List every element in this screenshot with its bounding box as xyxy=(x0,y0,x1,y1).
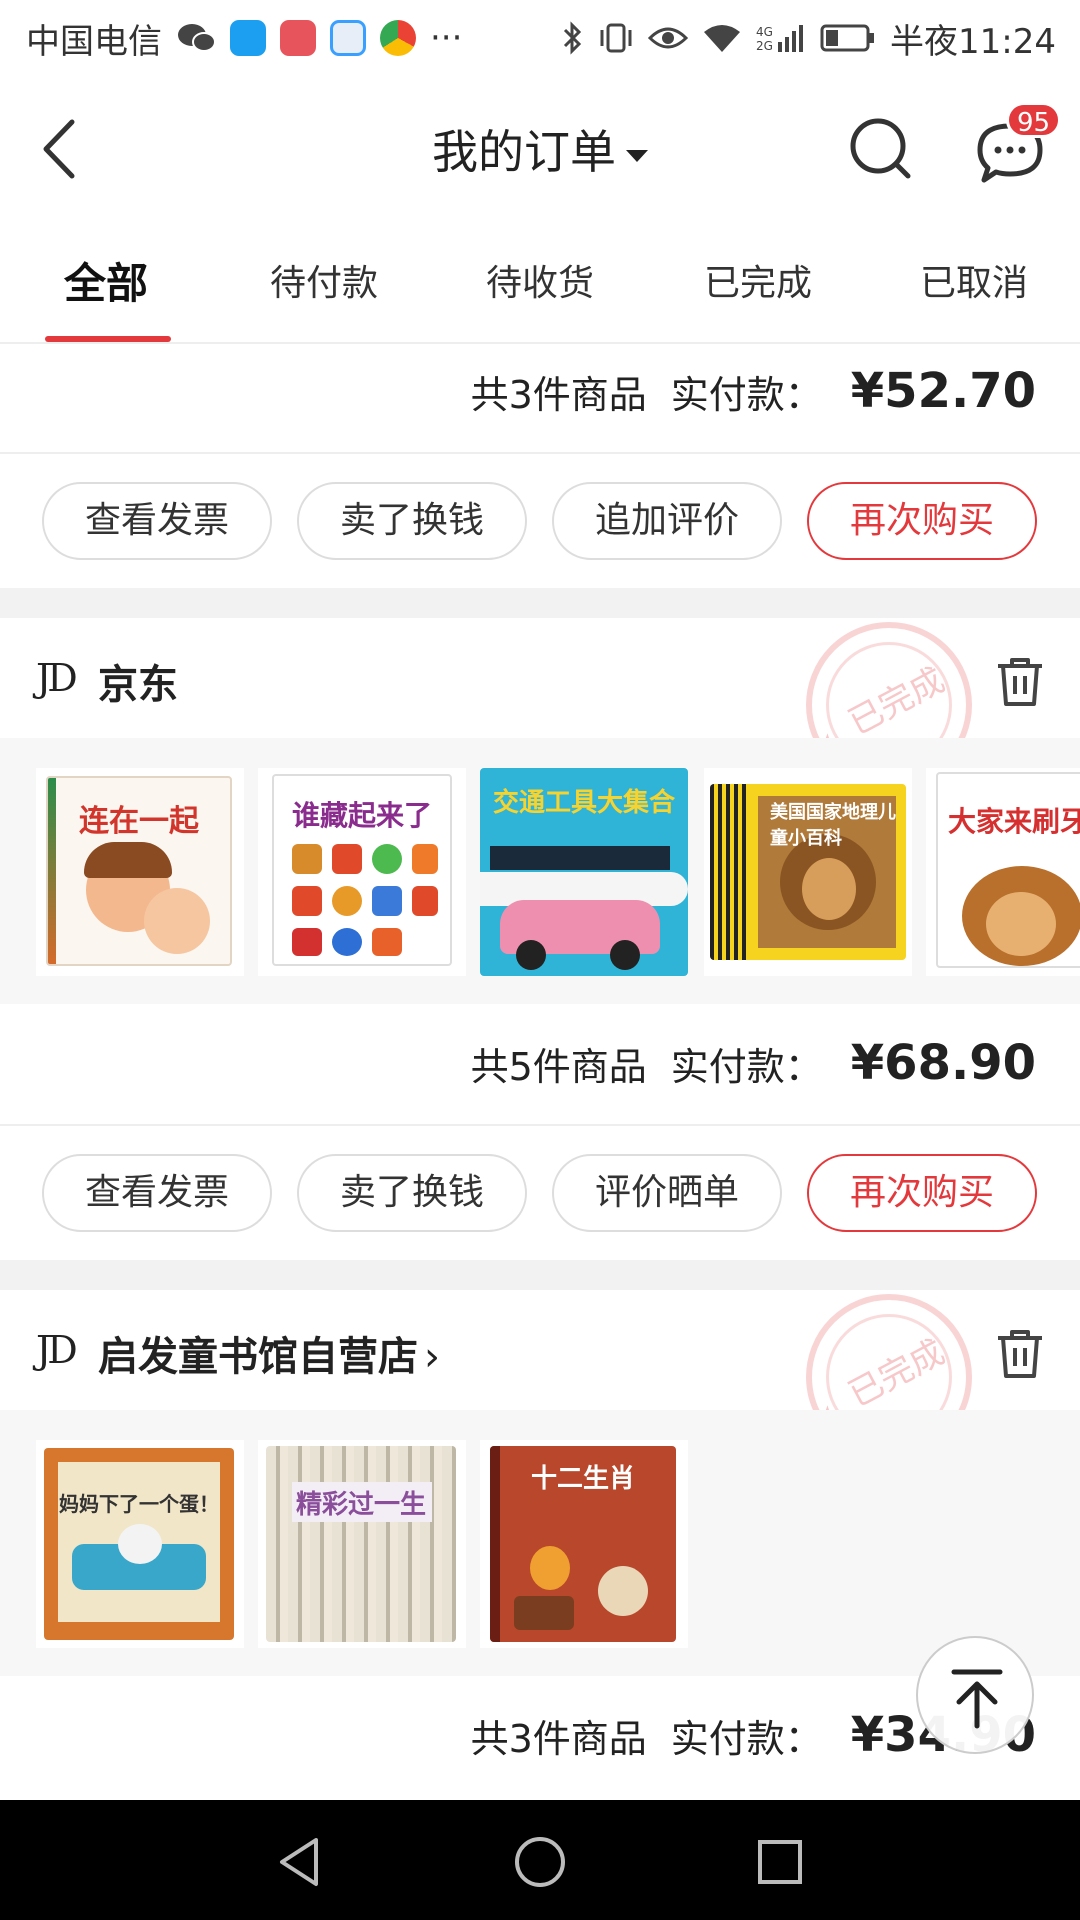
huawei-app-icon xyxy=(280,20,316,56)
view-invoice-button[interactable]: 查看发票 xyxy=(42,1154,272,1232)
product-strip[interactable]: 连在一起 谁藏起来了 交通工具大集合 美国国家地理儿童小百科 大家来刷牙 xyxy=(0,738,1080,1004)
view-invoice-button[interactable]: 查看发票 xyxy=(42,482,272,560)
shop-header: JD 京东 已完成 ★ xyxy=(0,618,1080,788)
header: 我的订单 xyxy=(0,76,1080,216)
wifi-icon xyxy=(702,22,742,54)
shop-name[interactable]: 启发童书馆自营店 › xyxy=(98,1324,440,1382)
circle-home-icon xyxy=(515,1837,565,1887)
svg-text:4G: 4G xyxy=(756,25,773,39)
review-button[interactable]: 评价晒单 xyxy=(552,1154,782,1232)
product-thumbnail[interactable]: 谁藏起来了 xyxy=(258,768,466,976)
chevron-right-icon: › xyxy=(424,1334,440,1380)
shop-name[interactable]: 京东 xyxy=(98,652,178,710)
sell-button[interactable]: 卖了换钱 xyxy=(297,482,527,560)
tab-all[interactable]: 全部 xyxy=(64,254,148,334)
system-navigation-bar xyxy=(0,1800,1080,1920)
product-thumbnail[interactable]: 美国国家地理儿童小百科 xyxy=(704,768,912,976)
section-divider xyxy=(0,1260,1080,1290)
paid-label: 实付款： xyxy=(670,1716,823,1761)
delete-order-button[interactable] xyxy=(992,1326,1048,1382)
jd-logo: JD xyxy=(36,656,78,700)
paid-label: 实付款： xyxy=(670,372,823,417)
order-actions: 查看发票 卖了换钱 追加评价 再次购买 xyxy=(0,452,1080,562)
tab-cancelled[interactable]: 已取消 xyxy=(920,254,1028,334)
product-thumbnail[interactable]: 交通工具大集合 xyxy=(480,768,688,976)
paid-label: 实付款： xyxy=(670,1044,823,1089)
product-thumbnail[interactable]: 连在一起 xyxy=(36,768,244,976)
carrier-label: 中国电信 xyxy=(26,21,162,62)
shop-header: JD 启发童书馆自营店› 已完成 ★ xyxy=(0,1290,1080,1460)
more-notifications-icon: ··· xyxy=(430,18,463,58)
section-divider xyxy=(0,588,1080,618)
tab-pending-delivery[interactable]: 待收货 xyxy=(486,254,594,334)
triangle-back-icon xyxy=(280,1838,318,1886)
add-review-button[interactable]: 追加评价 xyxy=(552,482,782,560)
signal-icon: 4G 2G xyxy=(756,22,806,54)
page-title: 我的订单 xyxy=(432,125,616,179)
sell-button[interactable]: 卖了换钱 xyxy=(297,1154,527,1232)
back-to-top-button[interactable] xyxy=(916,1636,1034,1754)
delete-order-button[interactable] xyxy=(992,654,1048,710)
item-count: 共3件商品 xyxy=(470,372,647,417)
wechat-icon xyxy=(176,20,216,56)
svg-text:2G: 2G xyxy=(756,39,773,53)
status-time: 半夜11:24 xyxy=(890,21,1056,62)
trash-icon xyxy=(998,658,1042,706)
paid-amount: ¥68.90 xyxy=(850,1035,1036,1091)
bluetooth-icon xyxy=(562,20,584,56)
order-actions: 查看发票 卖了换钱 评价晒单 再次购买 xyxy=(0,1124,1080,1234)
browser-icon xyxy=(330,20,366,56)
tab-pending-payment[interactable]: 待付款 xyxy=(270,254,378,334)
battery-icon xyxy=(820,23,876,53)
order-summary: 共5件商品 实付款： ¥68.90 xyxy=(0,1008,1080,1118)
nav-back-button[interactable] xyxy=(270,1832,330,1892)
chrome-icon xyxy=(380,20,416,56)
order-summary: 共3件商品 实付款： ¥52.70 xyxy=(0,336,1080,446)
item-count: 共5件商品 xyxy=(470,1044,647,1089)
search-icon xyxy=(850,118,911,179)
product-thumbnail[interactable]: 大家来刷牙 xyxy=(926,768,1080,976)
item-count: 共3件商品 xyxy=(470,1716,647,1761)
paid-amount: ¥52.70 xyxy=(850,363,1036,419)
order-tabs: 全部 待付款 待收货 已完成 已取消 xyxy=(0,244,1080,344)
arrow-up-icon xyxy=(951,1669,1003,1729)
tab-completed[interactable]: 已完成 xyxy=(704,254,812,334)
jd-logo: JD xyxy=(36,1328,78,1372)
square-recents-icon xyxy=(758,1840,802,1884)
status-bar: 中国电信 ··· 4G 2G 半夜11:24 xyxy=(0,0,1080,76)
product-thumbnail[interactable]: 精彩过一生 xyxy=(258,1440,466,1648)
trash-icon xyxy=(998,1330,1042,1378)
product-strip[interactable]: 妈妈下了一个蛋！ 精彩过一生 十二生肖 xyxy=(0,1410,1080,1676)
buy-again-button[interactable]: 再次购买 xyxy=(807,1154,1037,1232)
product-thumbnail[interactable]: 十二生肖 xyxy=(480,1440,688,1648)
message-count-badge: 95 xyxy=(1006,102,1062,138)
product-thumbnail[interactable]: 妈妈下了一个蛋！ xyxy=(36,1440,244,1648)
alipay-icon xyxy=(230,20,266,56)
eye-icon xyxy=(648,23,689,53)
nav-home-button[interactable] xyxy=(510,1832,570,1892)
order-title-dropdown[interactable]: 我的订单 xyxy=(0,116,1080,182)
vibrate-icon xyxy=(598,20,634,56)
nav-recents-button[interactable] xyxy=(750,1832,810,1892)
caret-down-icon xyxy=(626,149,648,162)
search-button[interactable] xyxy=(846,114,916,184)
buy-again-button[interactable]: 再次购买 xyxy=(807,482,1037,560)
